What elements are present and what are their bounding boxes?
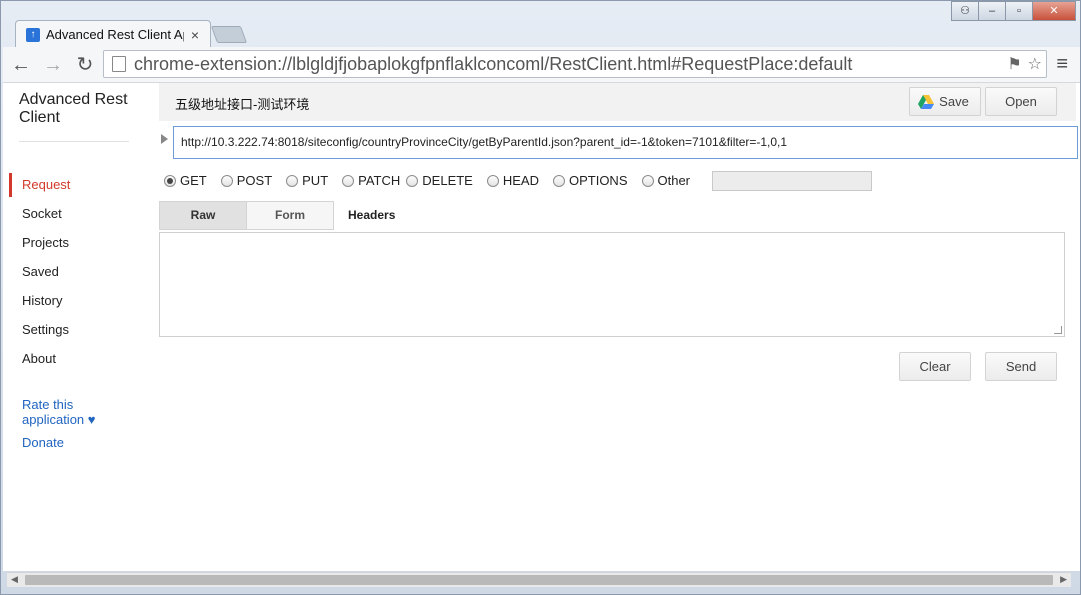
sidebar-nav: Request Socket Projects Saved History Se… bbox=[3, 173, 143, 376]
address-bar[interactable]: chrome-extension://lblgldjfjobaplokgfpnf… bbox=[103, 50, 1047, 78]
open-button[interactable]: Open bbox=[985, 87, 1057, 116]
scroll-left-icon[interactable]: ◀ bbox=[11, 574, 18, 585]
page-content: Advanced Rest Client Request Socket Proj… bbox=[3, 83, 1080, 571]
other-method-input[interactable] bbox=[712, 171, 872, 191]
post-radio[interactable] bbox=[220, 174, 233, 187]
browser-toolbar: ← → ↻ chrome-extension://lblgldjfjobaplo… bbox=[3, 47, 1080, 83]
sidebar: Advanced Rest Client Request Socket Proj… bbox=[3, 83, 143, 571]
scroll-right-icon[interactable]: ▶ bbox=[1060, 574, 1067, 585]
get-radio[interactable] bbox=[164, 174, 176, 187]
app-title: Advanced Rest Client bbox=[19, 91, 128, 126]
google-drive-icon bbox=[918, 95, 934, 109]
url-input[interactable]: http://10.3.222.74:8018/siteconfig/count… bbox=[173, 126, 1078, 159]
patch-radio[interactable] bbox=[342, 174, 355, 187]
browser-tab[interactable]: ↑ Advanced Rest Client Ap × bbox=[15, 20, 211, 48]
method-patch[interactable]: PATCH bbox=[342, 173, 400, 188]
delete-radio[interactable] bbox=[406, 174, 419, 187]
sidebar-item-settings[interactable]: Settings bbox=[3, 318, 143, 347]
window-controls: ⚇ – ▫ ✕ bbox=[951, 1, 1076, 21]
headers-textarea[interactable] bbox=[159, 232, 1065, 337]
options-radio[interactable] bbox=[552, 174, 565, 187]
sidebar-item-socket[interactable]: Socket bbox=[3, 202, 143, 231]
user-icon[interactable]: ⚇ bbox=[951, 1, 979, 21]
sidebar-divider bbox=[19, 141, 129, 142]
donate-link[interactable]: Donate bbox=[22, 435, 64, 450]
sidebar-item-history[interactable]: History bbox=[3, 289, 143, 318]
new-tab-button[interactable] bbox=[210, 26, 248, 43]
method-other[interactable]: Other bbox=[641, 173, 690, 188]
method-head[interactable]: HEAD bbox=[486, 173, 539, 188]
tab-raw[interactable]: Raw bbox=[160, 202, 247, 229]
tab-title: Advanced Rest Client Ap bbox=[46, 27, 184, 42]
reload-icon[interactable]: ↻ bbox=[71, 51, 99, 79]
app-favicon-icon: ↑ bbox=[26, 27, 40, 42]
page-icon bbox=[112, 56, 126, 72]
back-icon[interactable]: ← bbox=[7, 51, 35, 79]
put-radio[interactable] bbox=[286, 174, 299, 187]
menu-icon[interactable]: ≡ bbox=[1056, 53, 1068, 76]
translate-icon[interactable]: ⚑ bbox=[1007, 54, 1021, 74]
maximize-icon[interactable]: ▫ bbox=[1005, 1, 1033, 21]
close-tab-icon[interactable]: × bbox=[188, 27, 202, 43]
expand-url-icon[interactable] bbox=[161, 134, 168, 144]
sidebar-item-saved[interactable]: Saved bbox=[3, 260, 143, 289]
minimize-icon[interactable]: – bbox=[978, 1, 1006, 21]
clear-button[interactable]: Clear bbox=[899, 352, 971, 381]
method-options[interactable]: OPTIONS bbox=[552, 173, 628, 188]
head-radio[interactable] bbox=[486, 174, 499, 187]
scrollbar-thumb[interactable] bbox=[25, 575, 1053, 585]
save-label: Save bbox=[939, 94, 969, 109]
method-delete[interactable]: DELETE bbox=[406, 173, 473, 188]
method-get[interactable]: GET bbox=[164, 173, 207, 188]
sidebar-item-request[interactable]: Request bbox=[3, 173, 143, 202]
horizontal-scrollbar[interactable]: ◀ ▶ bbox=[7, 572, 1071, 587]
method-post[interactable]: POST bbox=[220, 173, 272, 188]
rate-app-link[interactable]: Rate this application ♥ bbox=[22, 397, 122, 427]
address-text: chrome-extension://lblgldjfjobaplokgfpnf… bbox=[134, 53, 853, 74]
headers-label: Headers bbox=[348, 208, 396, 222]
headers-editor-tabs: Raw Form bbox=[159, 201, 334, 230]
title-bar: ↑ Advanced Rest Client Ap × ⚇ – ▫ ✕ bbox=[1, 1, 1081, 48]
request-header-bar: 五级地址接口-测试环境 Save Open bbox=[159, 83, 1076, 121]
method-put[interactable]: PUT bbox=[286, 173, 328, 188]
save-button[interactable]: Save bbox=[909, 87, 981, 116]
close-window-icon[interactable]: ✕ bbox=[1032, 1, 1076, 21]
other-radio[interactable] bbox=[641, 174, 654, 187]
forward-icon[interactable]: → bbox=[39, 51, 67, 79]
browser-window: ↑ Advanced Rest Client Ap × ⚇ – ▫ ✕ ← → … bbox=[0, 0, 1081, 595]
sidebar-item-about[interactable]: About bbox=[3, 347, 143, 376]
send-button[interactable]: Send bbox=[985, 352, 1057, 381]
bookmark-star-icon[interactable]: ☆ bbox=[1028, 54, 1042, 74]
method-selector: GET POST PUT PATCH DELETE HEAD OPTIONS O… bbox=[164, 173, 704, 188]
resize-grip-icon[interactable] bbox=[1054, 326, 1062, 334]
project-name: 五级地址接口-测试环境 bbox=[175, 97, 310, 112]
sidebar-item-projects[interactable]: Projects bbox=[3, 231, 143, 260]
tab-form[interactable]: Form bbox=[247, 202, 333, 229]
